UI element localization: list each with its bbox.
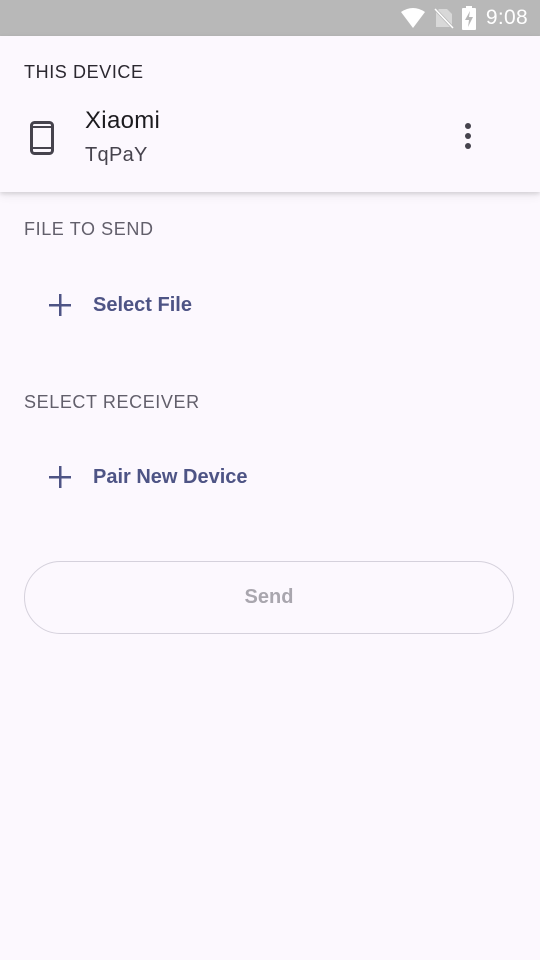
select-file-button[interactable]: Select File	[38, 281, 202, 329]
pair-new-device-label: Pair New Device	[93, 465, 248, 488]
status-bar: 9:08	[0, 0, 540, 36]
more-vertical-icon	[464, 122, 472, 155]
pair-new-device-button[interactable]: Pair New Device	[38, 453, 258, 501]
plus-icon	[38, 283, 82, 327]
select-receiver-section-title: SELECT RECEIVER	[24, 392, 200, 412]
no-sim-icon	[433, 7, 454, 29]
this-device-card: THIS DEVICE Xiaomi TqPaY	[0, 36, 540, 192]
status-icons: 9:08	[400, 0, 528, 36]
status-time: 9:08	[485, 6, 528, 29]
wifi-icon	[400, 7, 426, 29]
more-options-button[interactable]	[446, 116, 490, 160]
send-button[interactable]: Send	[24, 561, 514, 634]
plus-icon	[38, 455, 82, 499]
battery-charging-icon	[461, 6, 476, 30]
file-to-send-section-title: FILE TO SEND	[24, 219, 154, 239]
smartphone-icon	[30, 121, 54, 160]
select-file-label: Select File	[93, 293, 192, 316]
device-id: TqPaY	[85, 144, 148, 166]
this-device-section-title: THIS DEVICE	[24, 62, 144, 82]
device-name: Xiaomi	[85, 107, 161, 134]
send-label: Send	[244, 586, 294, 608]
